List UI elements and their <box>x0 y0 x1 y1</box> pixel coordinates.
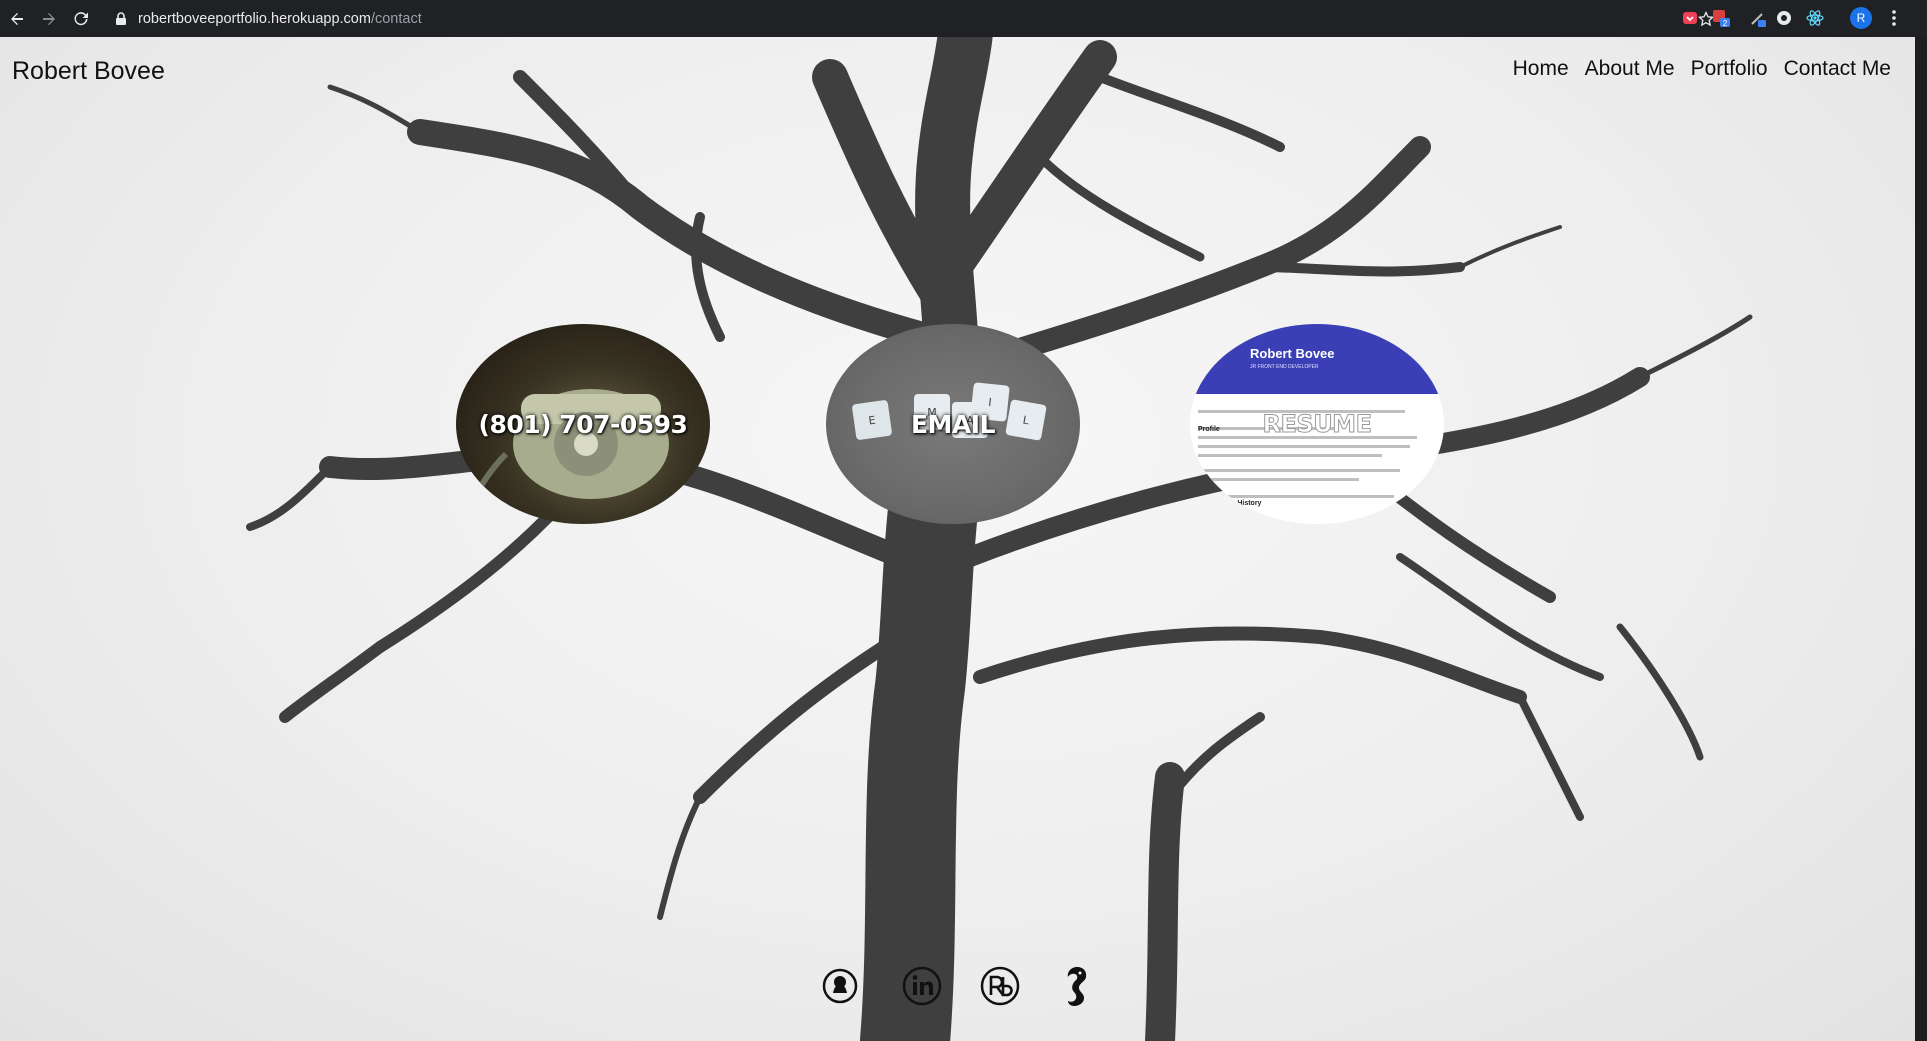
scrabble-tile: E <box>851 399 893 441</box>
reload-icon <box>74 11 88 25</box>
eyedropper-extension-icon[interactable] <box>1748 8 1768 28</box>
phone-label: (801) 707-0593 <box>478 409 688 439</box>
resume-preview-section: Work History <box>1218 500 1262 507</box>
rb-logo-link[interactable] <box>978 965 1022 1007</box>
dead-tree-background-image <box>246 37 1753 1041</box>
seahorse-logo-link[interactable] <box>1060 965 1092 1007</box>
email-label: EMAIL <box>910 409 996 439</box>
page-viewport: Robert Bovee Home About Me Portfolio Con… <box>0 37 1915 1041</box>
forward-arrow-icon <box>43 12 55 25</box>
resume-preview-subtitle: JR FRONT END DEVELOPER <box>1250 364 1319 370</box>
address-bar[interactable]: robertboveeportfolio.herokuapp.com/conta… <box>106 4 1714 33</box>
github-icon <box>822 968 858 1004</box>
back-button[interactable] <box>2 4 32 34</box>
scrabble-tile: L <box>1005 399 1047 441</box>
linkedin-link[interactable] <box>900 965 944 1007</box>
nav-home[interactable]: Home <box>1513 57 1569 81</box>
menu-kebab-icon[interactable] <box>1884 8 1904 28</box>
resume-link[interactable]: Robert Bovee JR FRONT END DEVELOPER Prof… <box>1190 324 1444 524</box>
profile-avatar[interactable]: R <box>1850 7 1872 29</box>
pocket-extension-icon[interactable] <box>1680 8 1700 28</box>
lock-icon <box>116 11 126 25</box>
resume-preview-name: Robert Bovee <box>1250 346 1335 361</box>
url-host: robertboveeportfolio.herokuapp.com <box>138 10 371 27</box>
svg-text:2: 2 <box>1723 19 1728 28</box>
browser-toolbar: robertboveeportfolio.herokuapp.com/conta… <box>0 0 1927 37</box>
site-brand[interactable]: Robert Bovee <box>12 57 165 86</box>
rb-logo-icon <box>980 966 1020 1006</box>
nav-contact-me[interactable]: Contact Me <box>1784 57 1891 81</box>
circle-extension-icon[interactable] <box>1774 8 1794 28</box>
react-devtools-icon[interactable] <box>1805 8 1825 28</box>
nav-portfolio[interactable]: Portfolio <box>1691 57 1768 81</box>
email-contact-link[interactable]: E M A I L EMAIL <box>826 324 1080 524</box>
page-scrollbar[interactable] <box>1915 37 1927 1041</box>
reload-button[interactable] <box>66 4 96 34</box>
github-link[interactable] <box>820 965 860 1007</box>
resume-preview-section: Profile <box>1198 426 1220 433</box>
resume-label: RESUME <box>1262 410 1372 439</box>
forward-button[interactable] <box>34 4 64 34</box>
linkedin-icon <box>902 966 942 1006</box>
main-nav: Home About Me Portfolio Contact Me <box>1513 57 1891 81</box>
seahorse-logo-icon <box>1067 967 1087 1006</box>
nav-about-me[interactable]: About Me <box>1585 57 1675 81</box>
phone-contact-link[interactable]: (801) 707-0593 <box>456 324 710 524</box>
back-arrow-icon <box>11 12 23 25</box>
url-path: /contact <box>370 10 422 27</box>
extension-badge-icon[interactable]: 2 <box>1711 8 1731 28</box>
